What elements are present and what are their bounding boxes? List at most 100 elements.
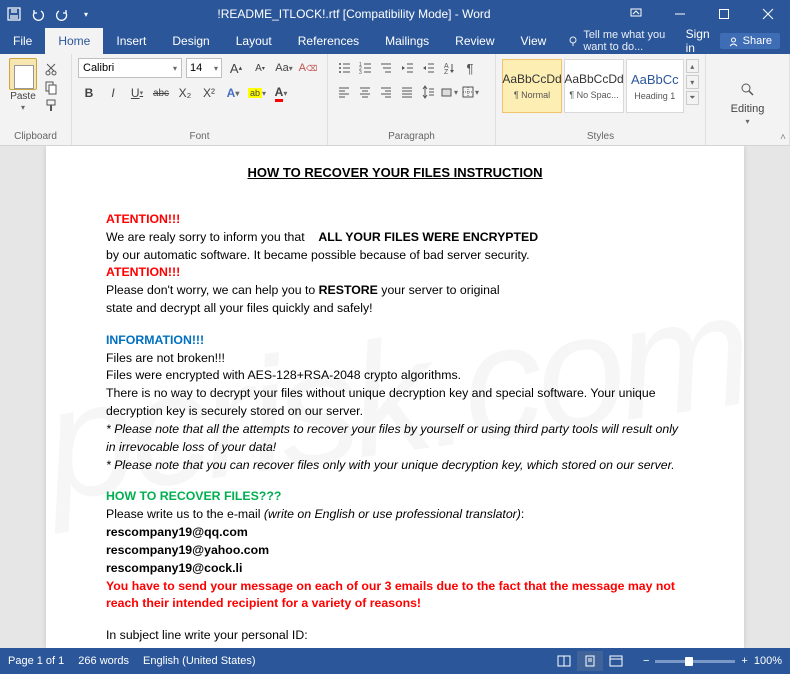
share-button[interactable]: Share <box>720 33 780 49</box>
chevron-down-icon: ▾ <box>214 64 218 73</box>
strikethrough-button[interactable]: abc <box>150 82 172 104</box>
zoom-in-button[interactable]: + <box>741 655 747 667</box>
font-color-button[interactable]: A▾ <box>270 82 292 104</box>
doc-text: ATENTION!!! <box>106 265 180 279</box>
save-icon[interactable] <box>6 6 22 22</box>
numbering-button[interactable]: 123 <box>355 58 375 78</box>
print-layout-button[interactable] <box>577 651 603 671</box>
italic-button[interactable]: I <box>102 82 124 104</box>
style-preview: AaBbCcDd <box>502 72 561 86</box>
highlight-button[interactable]: ab▾ <box>246 82 268 104</box>
cut-button[interactable] <box>44 62 58 76</box>
change-case-button[interactable]: Aa▾ <box>274 58 294 78</box>
increase-indent-button[interactable] <box>418 58 438 78</box>
find-icon <box>740 82 756 98</box>
align-center-button[interactable] <box>355 82 375 102</box>
doc-text: rescompany19@yahoo.com <box>106 543 269 557</box>
font-size-value: 14 <box>190 62 202 74</box>
sign-in-link[interactable]: Sign in <box>686 27 710 55</box>
quick-access-toolbar: ▾ <box>0 6 94 22</box>
tab-view[interactable]: View <box>508 28 560 54</box>
shading-button[interactable]: ▾ <box>439 82 459 102</box>
bold-button[interactable]: B <box>78 82 100 104</box>
doc-text: 47620CE6C1171873 <box>106 646 220 648</box>
clear-formatting-button[interactable]: A⌫ <box>298 58 318 78</box>
web-layout-button[interactable] <box>603 651 629 671</box>
tell-me-search[interactable]: Tell me what you want to do... <box>559 28 675 54</box>
lightbulb-icon <box>567 35 579 47</box>
line-spacing-button[interactable] <box>418 82 438 102</box>
collapse-ribbon-button[interactable]: ˄ <box>780 132 786 143</box>
style-name: ¶ No Spac... <box>569 90 618 100</box>
group-label-paragraph: Paragraph <box>332 131 491 144</box>
tab-layout[interactable]: Layout <box>223 28 285 54</box>
share-icon <box>728 36 739 47</box>
tab-references[interactable]: References <box>285 28 372 54</box>
text-effects-button[interactable]: A▾ <box>222 82 244 104</box>
copy-button[interactable] <box>44 80 58 94</box>
doc-text: You have to send your message on each of… <box>106 579 675 611</box>
doc-text: We are realy sorry to inform you that <box>106 230 308 244</box>
tab-home[interactable]: Home <box>45 28 103 54</box>
group-font: Calibri▾ 14▾ A▴ A▾ Aa▾ A⌫ B I U▾ abc X₂ … <box>72 54 328 145</box>
doc-text: by our automatic software. It became pos… <box>106 247 684 265</box>
show-marks-button[interactable]: ¶ <box>460 58 480 78</box>
document-area[interactable]: HOW TO RECOVER YOUR FILES INSTRUCTION AT… <box>0 146 790 648</box>
minimize-button[interactable] <box>658 0 702 28</box>
maximize-button[interactable] <box>702 0 746 28</box>
font-size-select[interactable]: 14 ▾ <box>186 58 222 78</box>
zoom-slider[interactable] <box>655 660 735 663</box>
tab-review[interactable]: Review <box>442 28 507 54</box>
svg-text:3: 3 <box>359 70 362 76</box>
align-left-button[interactable] <box>334 82 354 102</box>
status-words[interactable]: 266 words <box>78 655 129 667</box>
undo-icon[interactable] <box>30 6 46 22</box>
redo-icon[interactable] <box>54 6 70 22</box>
font-name-select[interactable]: Calibri▾ <box>78 58 182 78</box>
style-name: ¶ Normal <box>514 90 550 100</box>
qat-customize-icon[interactable]: ▾ <box>78 6 94 22</box>
doc-text: Files were encrypted with AES-128+RSA-20… <box>106 367 684 385</box>
tab-file[interactable]: File <box>0 28 45 54</box>
grow-font-button[interactable]: A▴ <box>226 58 246 78</box>
tab-mailings[interactable]: Mailings <box>372 28 442 54</box>
group-paragraph: 123 AZ ¶ ▾ ▾ Paragraph <box>328 54 496 145</box>
style-no-spacing[interactable]: AaBbCcDd ¶ No Spac... <box>564 59 624 113</box>
superscript-button[interactable]: X² <box>198 82 220 104</box>
svg-text:Z: Z <box>444 69 449 76</box>
read-mode-button[interactable] <box>551 651 577 671</box>
doc-text: Please write us to the e-mail <box>106 507 264 521</box>
multilevel-list-button[interactable] <box>376 58 396 78</box>
status-language[interactable]: English (United States) <box>143 655 256 667</box>
tab-insert[interactable]: Insert <box>103 28 159 54</box>
status-page[interactable]: Page 1 of 1 <box>8 655 64 667</box>
style-normal[interactable]: AaBbCcDd ¶ Normal <box>502 59 562 113</box>
justify-button[interactable] <box>397 82 417 102</box>
styles-expand[interactable]: ▴▾⏷ <box>686 59 699 105</box>
doc-text: ALL YOUR FILES WERE ENCRYPTED <box>318 230 538 244</box>
style-heading-1[interactable]: AaBbCc Heading 1 <box>626 59 684 113</box>
doc-text: HOW TO RECOVER FILES??? <box>106 489 281 503</box>
format-painter-button[interactable] <box>44 98 58 112</box>
bullets-button[interactable] <box>334 58 354 78</box>
zoom-value[interactable]: 100% <box>754 655 782 667</box>
underline-button[interactable]: U▾ <box>126 82 148 104</box>
borders-button[interactable]: ▾ <box>460 82 480 102</box>
document-page[interactable]: HOW TO RECOVER YOUR FILES INSTRUCTION AT… <box>46 146 744 648</box>
align-right-button[interactable] <box>376 82 396 102</box>
paste-button[interactable]: Paste ▾ <box>4 58 42 112</box>
view-buttons <box>551 651 629 671</box>
ribbon-options-icon[interactable] <box>614 0 658 28</box>
decrease-indent-button[interactable] <box>397 58 417 78</box>
doc-text: * Please note that you can recover files… <box>106 458 675 472</box>
tab-design[interactable]: Design <box>159 28 222 54</box>
close-button[interactable] <box>746 0 790 28</box>
shrink-font-button[interactable]: A▾ <box>250 58 270 78</box>
subscript-button[interactable]: X₂ <box>174 82 196 104</box>
editing-dropdown[interactable] <box>740 82 756 101</box>
zoom-out-button[interactable]: − <box>643 655 649 667</box>
window-controls <box>614 0 790 28</box>
sort-button[interactable]: AZ <box>439 58 459 78</box>
font-name-value: Calibri <box>83 62 114 74</box>
doc-title: HOW TO RECOVER YOUR FILES INSTRUCTION <box>106 164 684 183</box>
